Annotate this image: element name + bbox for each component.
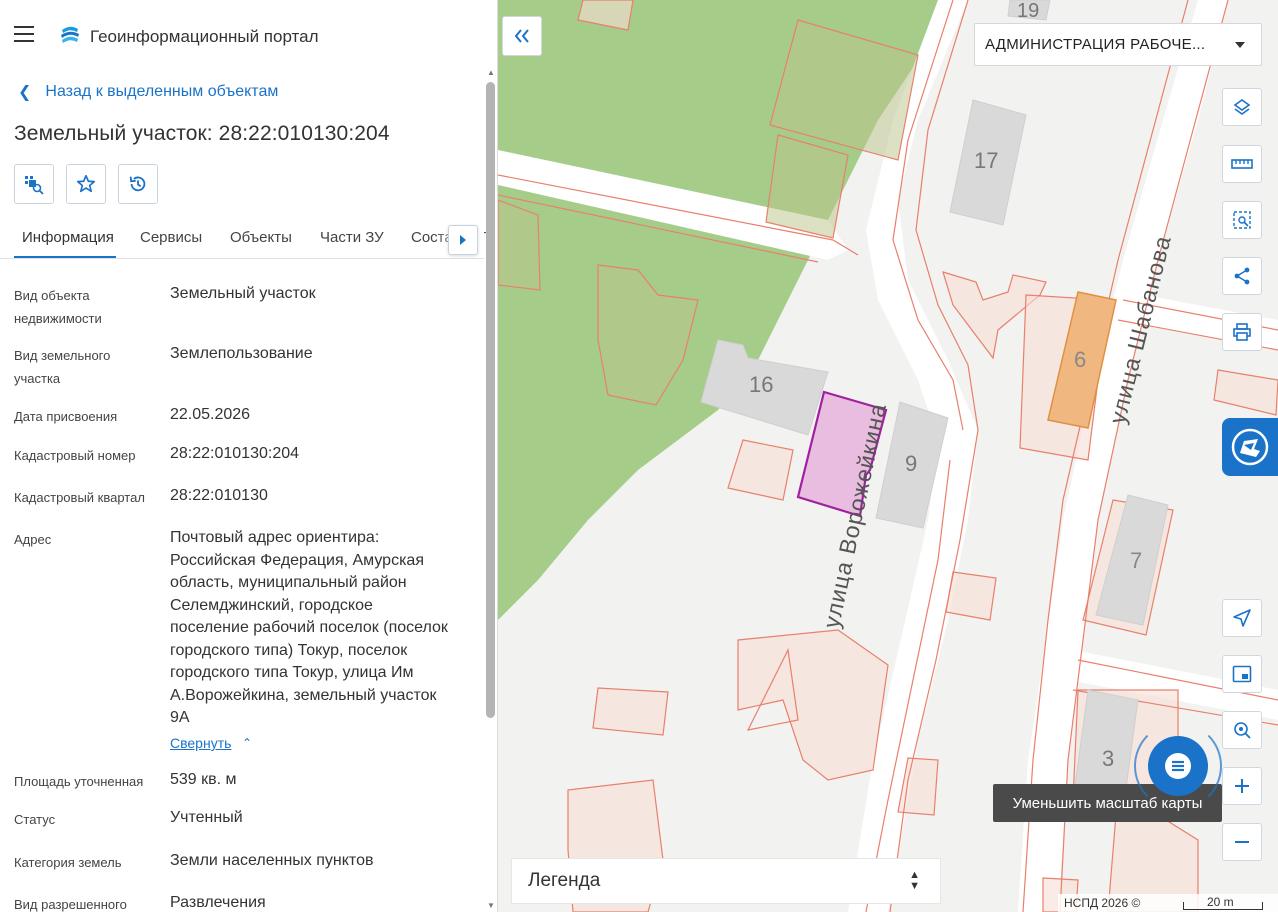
zoom-in-icon (1235, 779, 1249, 793)
prop-value-land-category: Земли населенных пунктов (170, 852, 374, 869)
tab-services[interactable]: Сервисы (140, 229, 202, 246)
tab-info[interactable]: Информация (22, 229, 114, 246)
print-button[interactable] (1222, 313, 1262, 351)
history-button[interactable] (118, 164, 158, 204)
tab-objects[interactable]: Объекты (230, 229, 292, 246)
panel-scrollbar[interactable]: ▲ ▼ (484, 66, 497, 912)
legend-panel[interactable]: Легенда ▲ ▼ (511, 858, 941, 904)
attribution-text: НСПД 2026 © (1064, 896, 1141, 910)
prop-label-address: Адрес (14, 532, 52, 547)
hamburger-icon[interactable] (14, 26, 38, 46)
info-panel: Геоинформационный портал ❮ Назад к выдел… (0, 0, 498, 912)
prop-label-assign-date: Дата присвоения (14, 409, 118, 424)
tab-scroll-right-button[interactable] (448, 225, 478, 255)
prop-label-land-type: Вид земельного участка (14, 348, 111, 386)
collapse-link[interactable]: Свернуть (170, 735, 231, 751)
layers-button[interactable] (1222, 88, 1262, 126)
map-attribution: НСПД 2026 © 20 m (1058, 894, 1278, 912)
topbar: Геоинформационный портал (0, 0, 497, 72)
prop-value-assign-date: 22.05.2026 (170, 406, 251, 423)
chat-icon (1165, 753, 1191, 779)
zoom-out-icon (1235, 841, 1249, 843)
back-link-label: Назад к выделенным объектам (45, 83, 279, 100)
ruler-icon (1231, 159, 1253, 169)
search-location-button[interactable] (1222, 711, 1262, 749)
double-chevron-left-icon (514, 29, 529, 43)
scale-label: 20 m (1207, 895, 1234, 909)
prop-value-area: 539 кв. м (170, 771, 237, 788)
tab-parts[interactable]: Части ЗУ (320, 229, 384, 246)
zoom-to-object-button[interactable] (14, 164, 54, 204)
chevron-down-icon (1235, 42, 1245, 48)
region-select[interactable]: АДМИНИСТРАЦИЯ РАБОЧЕ... (974, 23, 1262, 66)
star-icon (76, 174, 96, 193)
object-title: Земельный участок: 28:22:010130:204 (14, 122, 390, 145)
locate-icon (1233, 609, 1251, 627)
prop-value-address: Почтовый адрес ориентира: Российская Фед… (170, 529, 448, 726)
house-number-3: 3 (1102, 746, 1115, 771)
favorite-button[interactable] (66, 164, 106, 204)
minimap-button[interactable] (1222, 655, 1262, 693)
prop-label-cadastral-block: Кадастровый квартал (14, 490, 145, 505)
scroll-up-arrow-icon[interactable]: ▲ (487, 68, 495, 77)
select-area-button[interactable] (1222, 201, 1262, 239)
caret-right-icon (460, 235, 466, 245)
chevron-up-icon[interactable]: ⌃ (242, 736, 252, 750)
prop-value-object-type: Земельный участок (170, 285, 316, 302)
chevron-left-icon: ❮ (18, 84, 32, 101)
zoom-to-object-icon (25, 176, 44, 195)
tab-bar: Информация Сервисы Объекты Части ЗУ Сост… (0, 216, 486, 259)
house-number-17: 17 (974, 148, 999, 173)
active-tab-indicator (14, 256, 116, 258)
collapse-panel-button[interactable] (502, 16, 542, 56)
house-number-19: 19 (1017, 0, 1040, 22)
prop-label-object-type: Вид объекта недвижимости (14, 288, 102, 326)
house-number-16: 16 (749, 372, 774, 397)
scroll-down-arrow-icon[interactable]: ▼ (487, 901, 495, 910)
zoom-out-button[interactable] (1222, 823, 1262, 861)
portal-logo-icon (58, 24, 82, 48)
house-number-9: 9 (905, 451, 918, 476)
legend-label: Легенда (528, 870, 601, 891)
scroll-thumb[interactable] (486, 82, 495, 718)
prop-label-permitted-use: Вид разрешенного (14, 897, 127, 912)
search-location-icon (1234, 722, 1251, 739)
select-area-icon (1233, 211, 1251, 229)
nspd-logo-icon (1231, 428, 1269, 466)
prop-label-cadastral-number: Кадастровый номер (14, 448, 136, 463)
locate-button[interactable] (1222, 599, 1262, 637)
region-select-value: АДМИНИСТРАЦИЯ РАБОЧЕ... (985, 36, 1206, 53)
chat-button[interactable] (1148, 736, 1208, 796)
nspd-button[interactable] (1222, 418, 1278, 476)
prop-label-area: Площадь уточненная (14, 774, 144, 789)
prop-value-status: Учтенный (170, 809, 243, 826)
layers-icon (1233, 99, 1251, 115)
prop-label-status: Статус (14, 812, 56, 827)
share-icon (1234, 267, 1250, 285)
print-icon (1233, 323, 1251, 341)
house-number-6: 6 (1074, 347, 1087, 372)
prop-value-cadastral-number: 28:22:010130:204 (170, 445, 300, 462)
history-icon (129, 176, 146, 192)
prop-value-land-type: Землепользование (170, 345, 313, 362)
prop-label-land-category: Категория земель (14, 855, 122, 870)
portal-title: Геоинформационный портал (90, 27, 319, 46)
house-number-7: 7 (1130, 548, 1143, 573)
expand-collapse-icon: ▲ ▼ (909, 869, 920, 892)
share-button[interactable] (1222, 257, 1262, 295)
back-to-selected-link[interactable]: ❮ Назад к выделенным объектам (18, 82, 278, 102)
prop-value-cadastral-block: 28:22:010130 (170, 487, 268, 504)
prop-value-permitted-use: Развлечения (170, 894, 266, 911)
zoom-in-button[interactable] (1222, 767, 1262, 805)
app-root: Геоинформационный портал ❮ Назад к выдел… (0, 0, 1278, 912)
minimap-icon (1232, 665, 1252, 683)
ruler-button[interactable] (1222, 145, 1262, 183)
